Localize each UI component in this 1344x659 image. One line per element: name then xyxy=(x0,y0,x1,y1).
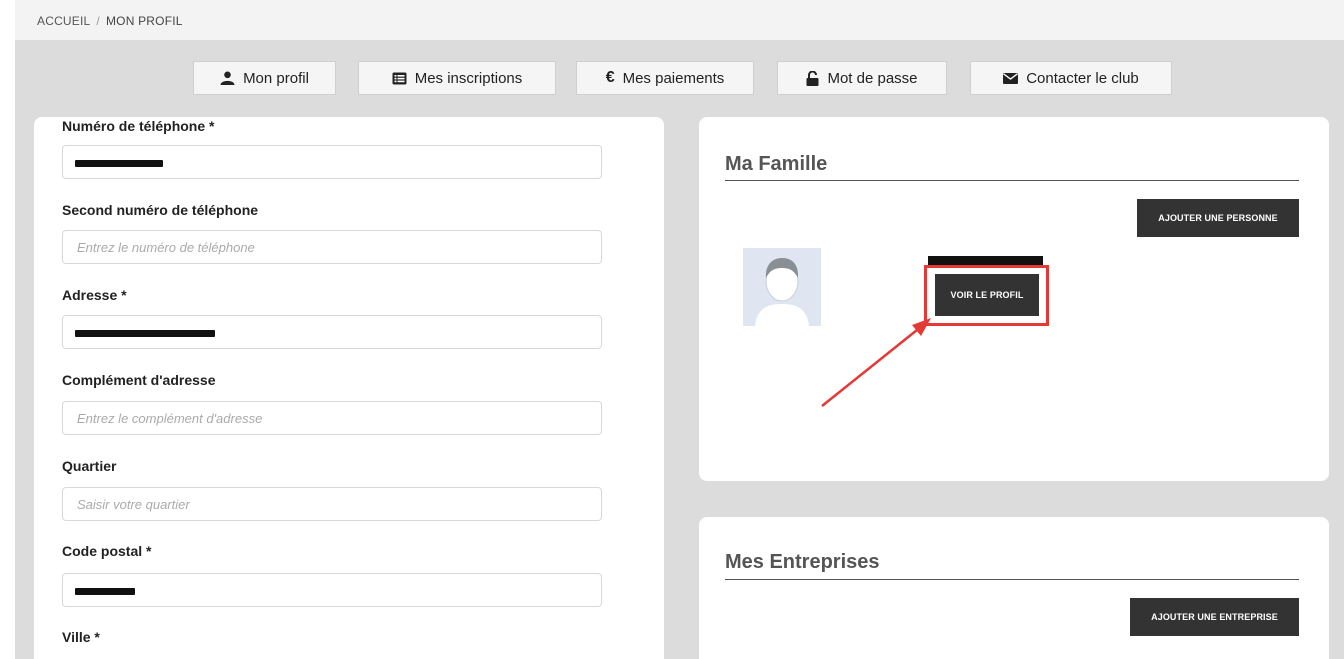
tab-label: Mon profil xyxy=(243,69,309,87)
tab-mes-paiements[interactable]: € Mes paiements xyxy=(576,61,754,95)
postal-code-field[interactable] xyxy=(62,573,602,607)
list-icon xyxy=(392,72,407,84)
annotation-highlight-box xyxy=(924,265,1049,326)
tab-label: Mes paiements xyxy=(622,69,725,87)
tab-contacter-le-club[interactable]: Contacter le club xyxy=(970,61,1172,95)
district-label: Quartier xyxy=(62,458,117,474)
address-field[interactable] xyxy=(62,315,602,349)
phone2-label: Second numéro de téléphone xyxy=(62,202,259,218)
breadcrumb-separator: / xyxy=(96,14,100,28)
add-person-button[interactable]: AJOUTER UNE PERSONNE xyxy=(1137,199,1299,237)
redacted-value xyxy=(75,588,135,595)
phone2-field[interactable]: Entrez le numéro de téléphone xyxy=(62,230,602,264)
divider xyxy=(725,579,1299,580)
family-title: Ma Famille xyxy=(725,153,828,175)
phone-label: Numéro de téléphone * xyxy=(62,118,215,134)
add-company-button[interactable]: AJOUTER UNE ENTREPRISE xyxy=(1130,598,1299,636)
tab-label: Contacter le club xyxy=(1026,69,1139,87)
family-card: Ma Famille AJOUTER UNE PERSONNE VOIR LE … xyxy=(699,117,1329,481)
tab-mes-inscriptions[interactable]: Mes inscriptions xyxy=(358,61,556,95)
avatar xyxy=(743,248,821,326)
city-label: Ville * xyxy=(62,629,100,645)
page-background: ACCUEIL / MON PROFIL Mon profil Mes inscri… xyxy=(15,0,1344,659)
redacted-value xyxy=(75,330,215,337)
tab-label: Mot de passe xyxy=(827,69,918,87)
profile-form-card: Numéro de téléphone * Second numéro de t… xyxy=(34,117,664,659)
phone-field[interactable] xyxy=(62,145,602,179)
address-label: Adresse * xyxy=(62,287,127,303)
euro-icon: € xyxy=(605,69,615,86)
district-field[interactable]: Saisir votre quartier xyxy=(62,487,602,521)
breadcrumb-current: MON PROFIL xyxy=(105,14,183,28)
divider xyxy=(725,180,1299,181)
tab-mon-profil[interactable]: Mon profil xyxy=(193,61,336,95)
redacted-value xyxy=(75,160,163,167)
user-icon xyxy=(220,71,235,85)
avatar-placeholder-icon xyxy=(743,248,821,326)
postal-code-label: Code postal * xyxy=(62,543,152,559)
breadcrumb-home-link[interactable]: ACCUEIL xyxy=(37,14,90,28)
envelope-icon xyxy=(1003,72,1019,84)
breadcrumb: ACCUEIL / MON PROFIL xyxy=(15,0,1344,40)
tab-mot-de-passe[interactable]: Mot de passe xyxy=(777,61,947,95)
companies-card: Mes Entreprises AJOUTER UNE ENTREPRISE xyxy=(699,517,1329,659)
companies-title: Mes Entreprises xyxy=(725,551,880,573)
address2-field[interactable]: Entrez le complément d'adresse xyxy=(62,401,602,435)
address2-label: Complément d'adresse xyxy=(62,372,216,388)
unlock-icon xyxy=(806,70,819,86)
tab-label: Mes inscriptions xyxy=(414,69,523,87)
